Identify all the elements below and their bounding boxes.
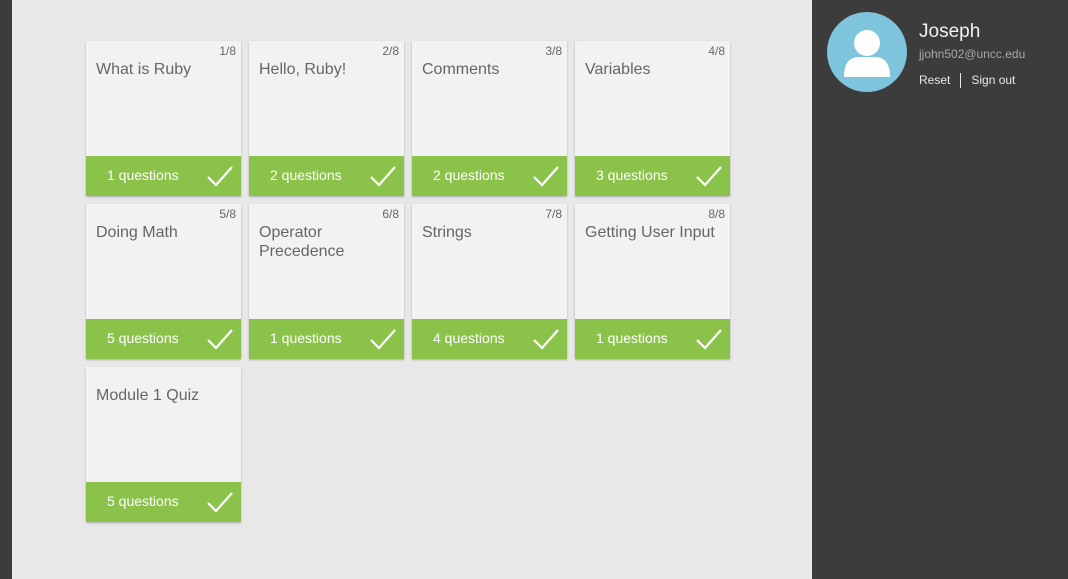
module-footer: 1 questions	[249, 319, 404, 359]
module-title: Variables	[585, 61, 651, 78]
module-counter: 4/8	[708, 44, 725, 58]
question-count: 1 questions	[596, 330, 668, 346]
module-footer: 1 questions	[575, 319, 730, 359]
module-card[interactable]: Module 1 Quiz 5 questions	[86, 367, 241, 522]
module-counter: 5/8	[219, 207, 236, 221]
checkmark-icon	[696, 329, 722, 350]
question-count: 5 questions	[107, 330, 179, 346]
module-card[interactable]: 3/8 Comments 2 questions	[412, 41, 567, 196]
checkmark-icon	[370, 166, 396, 187]
module-card[interactable]: 7/8 Strings 4 questions	[412, 204, 567, 359]
module-list-area: 1/8 What is Ruby 1 questions 2/8 Hello, …	[12, 0, 812, 579]
module-footer: 1 questions	[86, 156, 241, 196]
module-counter: 2/8	[382, 44, 399, 58]
module-title: Strings	[422, 224, 472, 241]
checkmark-icon	[533, 166, 559, 187]
module-counter: 1/8	[219, 44, 236, 58]
question-count: 4 questions	[433, 330, 505, 346]
module-card[interactable]: 2/8 Hello, Ruby! 2 questions	[249, 41, 404, 196]
module-card[interactable]: 4/8 Variables 3 questions	[575, 41, 730, 196]
module-counter: 6/8	[382, 207, 399, 221]
user-email: jjohn502@uncc.edu	[919, 47, 1026, 61]
checkmark-icon	[370, 329, 396, 350]
module-counter: 7/8	[545, 207, 562, 221]
question-count: 1 questions	[270, 330, 342, 346]
module-card[interactable]: 8/8 Getting User Input 1 questions	[575, 204, 730, 359]
question-count: 1 questions	[107, 167, 179, 183]
module-footer: 4 questions	[412, 319, 567, 359]
module-counter: 8/8	[708, 207, 725, 221]
module-footer: 2 questions	[249, 156, 404, 196]
user-sidebar: Joseph jjohn502@uncc.edu Reset Sign out	[812, 0, 1068, 579]
module-card[interactable]: 5/8 Doing Math 5 questions	[86, 204, 241, 359]
module-title: Operator Precedence	[259, 224, 345, 260]
module-card[interactable]: 1/8 What is Ruby 1 questions	[86, 41, 241, 196]
left-edge-bar	[0, 0, 12, 579]
question-count: 5 questions	[107, 493, 179, 509]
module-title: Module 1 Quiz	[96, 387, 200, 404]
module-footer: 2 questions	[412, 156, 567, 196]
module-footer: 5 questions	[86, 319, 241, 359]
checkmark-icon	[533, 329, 559, 350]
module-footer: 3 questions	[575, 156, 730, 196]
question-count: 2 questions	[433, 167, 505, 183]
module-title: Hello, Ruby!	[259, 61, 347, 78]
module-title: What is Ruby	[96, 61, 192, 78]
checkmark-icon	[207, 166, 233, 187]
user-name: Joseph	[919, 21, 981, 42]
module-title: Getting User Input	[585, 224, 715, 241]
module-title: Comments	[422, 61, 500, 78]
checkmark-icon	[207, 329, 233, 350]
question-count: 3 questions	[596, 167, 668, 183]
checkmark-icon	[207, 492, 233, 513]
module-title: Doing Math	[96, 224, 178, 241]
module-counter: 3/8	[545, 44, 562, 58]
module-footer: 5 questions	[86, 482, 241, 522]
module-card[interactable]: 6/8 Operator Precedence 1 questions	[249, 204, 404, 359]
account-links: Reset Sign out	[919, 73, 1015, 89]
user-avatar-icon	[827, 12, 907, 92]
reset-button[interactable]: Reset	[919, 73, 950, 87]
checkmark-icon	[696, 166, 722, 187]
link-divider	[960, 73, 962, 89]
question-count: 2 questions	[270, 167, 342, 183]
sign-out-button[interactable]: Sign out	[971, 73, 1015, 87]
